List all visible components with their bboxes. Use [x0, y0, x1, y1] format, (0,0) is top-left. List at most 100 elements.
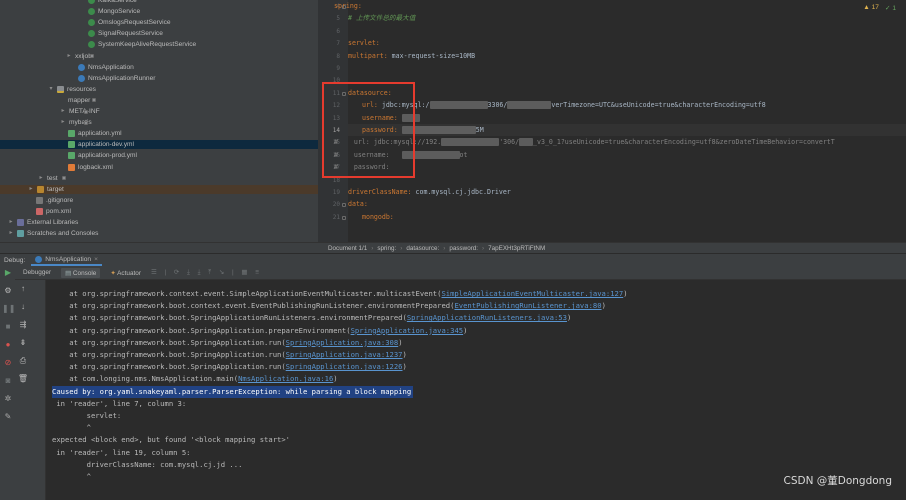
- tree-item[interactable]: OmslogsRequestService: [88, 18, 171, 27]
- breadcrumb-item[interactable]: password:: [449, 245, 478, 252]
- fold-marker-icon[interactable]: [342, 215, 346, 220]
- tree-item[interactable]: .gitignore: [36, 196, 73, 205]
- collapse-arrow-icon[interactable]: ▸: [60, 107, 66, 116]
- source-link[interactable]: SpringApplication.java:345: [351, 326, 464, 335]
- code-line[interactable]: mongodb:: [362, 211, 394, 223]
- tree-item[interactable]: ▸ External Libraries: [8, 218, 78, 227]
- trash-icon[interactable]: 🗑: [17, 374, 29, 383]
- source-link[interactable]: SpringApplicationRunListeners.java:53: [407, 313, 567, 322]
- console-line[interactable]: at org.springframework.boot.SpringApplic…: [52, 325, 467, 337]
- console-line[interactable]: driverClassName: com.mysql.cj.jd ...: [52, 459, 243, 471]
- source-link[interactable]: SpringApplication.java:1237: [286, 350, 403, 359]
- stop-icon[interactable]: ■: [2, 322, 14, 331]
- tree-item[interactable]: ▸ Scratches and Consoles: [8, 229, 98, 238]
- console-line[interactable]: at org.springframework.boot.SpringApplic…: [52, 349, 407, 361]
- tree-item[interactable]: ▸ target: [0, 184, 318, 194]
- tree-item[interactable]: ▸ test: [38, 174, 66, 183]
- comment-tail: '306/: [499, 138, 520, 147]
- scroll-to-end-icon[interactable]: ⇟: [17, 338, 29, 347]
- tree-item[interactable]: application-dev.yml: [0, 140, 318, 150]
- soft-wrap-icon[interactable]: ⇶: [17, 320, 29, 329]
- code-line[interactable]: servlet:: [348, 37, 380, 49]
- print-icon[interactable]: ⎙: [17, 356, 29, 366]
- breadcrumb-item[interactable]: 7apEXHt3pRTiFtNM: [488, 245, 545, 252]
- collapse-arrow-icon[interactable]: ▸: [60, 118, 66, 127]
- inspection-widget[interactable]: ▲ 17 ✓ 1: [863, 4, 896, 12]
- tree-item[interactable]: NmsApplicationRunner: [78, 74, 155, 83]
- console-line[interactable]: at org.springframework.boot.SpringApplic…: [52, 361, 407, 373]
- tab-debugger[interactable]: Debugger: [23, 269, 51, 276]
- console-line[interactable]: in 'reader', line 19, column 5:: [52, 447, 190, 459]
- up-arrow-icon[interactable]: ↑: [17, 284, 29, 293]
- tree-item[interactable]: ▸META-INF: [60, 107, 99, 116]
- breadcrumb-item[interactable]: datasource:: [406, 245, 439, 252]
- console-line[interactable]: at org.springframework.boot.context.even…: [52, 300, 606, 312]
- tree-item[interactable]: ▾ resources: [48, 85, 96, 94]
- console-line[interactable]: at org.springframework.context.event.Sim…: [52, 288, 627, 300]
- code-line[interactable]: url: jdbc:mysql:/3306/verTimezone=UTC&us…: [362, 99, 766, 111]
- collapse-arrow-icon[interactable]: ▸: [28, 185, 34, 194]
- expand-arrow-icon[interactable]: ▾: [48, 85, 54, 94]
- console-line[interactable]: ^: [52, 471, 91, 483]
- tree-item[interactable]: NmsApplication: [78, 63, 134, 72]
- console-output[interactable]: at org.springframework.context.event.Sim…: [46, 280, 906, 500]
- resume-icon[interactable]: ▶: [2, 268, 14, 277]
- pin-icon[interactable]: ✎: [2, 412, 14, 421]
- breadcrumb-item[interactable]: spring:: [377, 245, 396, 252]
- exception-line[interactable]: Caused by: org.yaml.snakeyaml.parser.Par…: [52, 385, 414, 398]
- down-arrow-icon[interactable]: ↓: [17, 302, 29, 311]
- source-link[interactable]: SimpleApplicationEventMulticaster.java:1…: [441, 289, 623, 298]
- console-line[interactable]: servlet:: [52, 410, 122, 422]
- code-line[interactable]: spring:: [334, 0, 362, 12]
- tree-item[interactable]: logback.xml: [68, 163, 113, 172]
- tab-actuator[interactable]: ✦ Actuator: [110, 269, 141, 277]
- collapse-arrow-icon[interactable]: ▸: [66, 52, 72, 61]
- console-line[interactable]: expected <block end>, but found '<block …: [52, 434, 290, 446]
- collapse-arrow-icon[interactable]: ▸: [8, 229, 14, 238]
- breadcrumb-item[interactable]: Document 1/1: [328, 245, 367, 252]
- tree-item[interactable]: ▸ mybatis: [60, 118, 91, 127]
- tree-item[interactable]: application-prod.yml: [68, 151, 137, 160]
- console-text: at org.springframework.boot.context.even…: [52, 301, 455, 311]
- console-line[interactable]: at com.longing.nms.NmsApplication.main(N…: [52, 373, 337, 385]
- view-breakpoints-icon[interactable]: ●: [2, 340, 14, 349]
- console-line[interactable]: at org.springframework.boot.SpringApplic…: [52, 337, 402, 349]
- tree-item[interactable]: KafkaService: [88, 0, 137, 5]
- settings-wrench-icon[interactable]: ⚙: [2, 286, 14, 295]
- step-toolbar-icons[interactable]: ☰ | ⟳ ⤓ ⤓ ⤒ ↘ | ▦ ≡: [151, 268, 262, 277]
- collapse-arrow-icon[interactable]: ▸: [38, 174, 44, 183]
- pause-icon[interactable]: ❚❚: [2, 304, 15, 313]
- line-number: 6: [336, 27, 340, 35]
- tree-item[interactable]: MongoService: [88, 7, 140, 16]
- code-line[interactable]: driverClassName: com.mysql.cj.jdbc.Drive…: [348, 186, 511, 198]
- source-link[interactable]: SpringApplication.java:1226: [286, 362, 403, 371]
- tree-item[interactable]: mapper: [68, 96, 96, 105]
- collapse-arrow-icon[interactable]: ▸: [8, 218, 14, 227]
- console-line[interactable]: at org.springframework.boot.SpringApplic…: [52, 312, 571, 324]
- line-number: 5: [336, 15, 340, 23]
- console-line[interactable]: in 'reader', line 7, column 3:: [52, 398, 186, 410]
- tree-item[interactable]: SystemKeepAliveRequestService: [88, 40, 196, 49]
- tree-item[interactable]: ▸ xxljob: [66, 52, 94, 61]
- console-line[interactable]: ^: [52, 422, 91, 434]
- tree-item[interactable]: application.yml: [68, 129, 122, 138]
- tab-run-config[interactable]: NmsApplication ×: [31, 255, 102, 266]
- warning-count[interactable]: ▲ 17: [863, 4, 879, 12]
- annotation-red-box: [322, 82, 415, 178]
- camera-icon[interactable]: ◙: [2, 376, 14, 385]
- tree-item[interactable]: pom.xml: [36, 207, 71, 216]
- source-link[interactable]: EventPublishingRunListener.java:80: [454, 301, 601, 310]
- tab-console[interactable]: ▤ Console: [61, 267, 101, 278]
- gear-icon[interactable]: ✲: [2, 394, 14, 403]
- tree-item[interactable]: SignalRequestService: [88, 29, 163, 38]
- mute-breakpoints-icon[interactable]: ⊘: [2, 358, 14, 367]
- code-line[interactable]: data:: [348, 198, 368, 210]
- code-line[interactable]: # 上传文件总的最大值: [348, 12, 415, 24]
- yaml-icon: [68, 152, 75, 160]
- code-line[interactable]: multipart: max-request-size=10MB: [348, 50, 475, 62]
- typo-count[interactable]: ✓ 1: [885, 4, 896, 12]
- source-link[interactable]: SpringApplication.java:308: [286, 338, 399, 347]
- source-link[interactable]: NmsApplication.java:16: [238, 374, 333, 383]
- fold-marker-icon[interactable]: [342, 203, 346, 208]
- close-icon[interactable]: ×: [94, 256, 98, 263]
